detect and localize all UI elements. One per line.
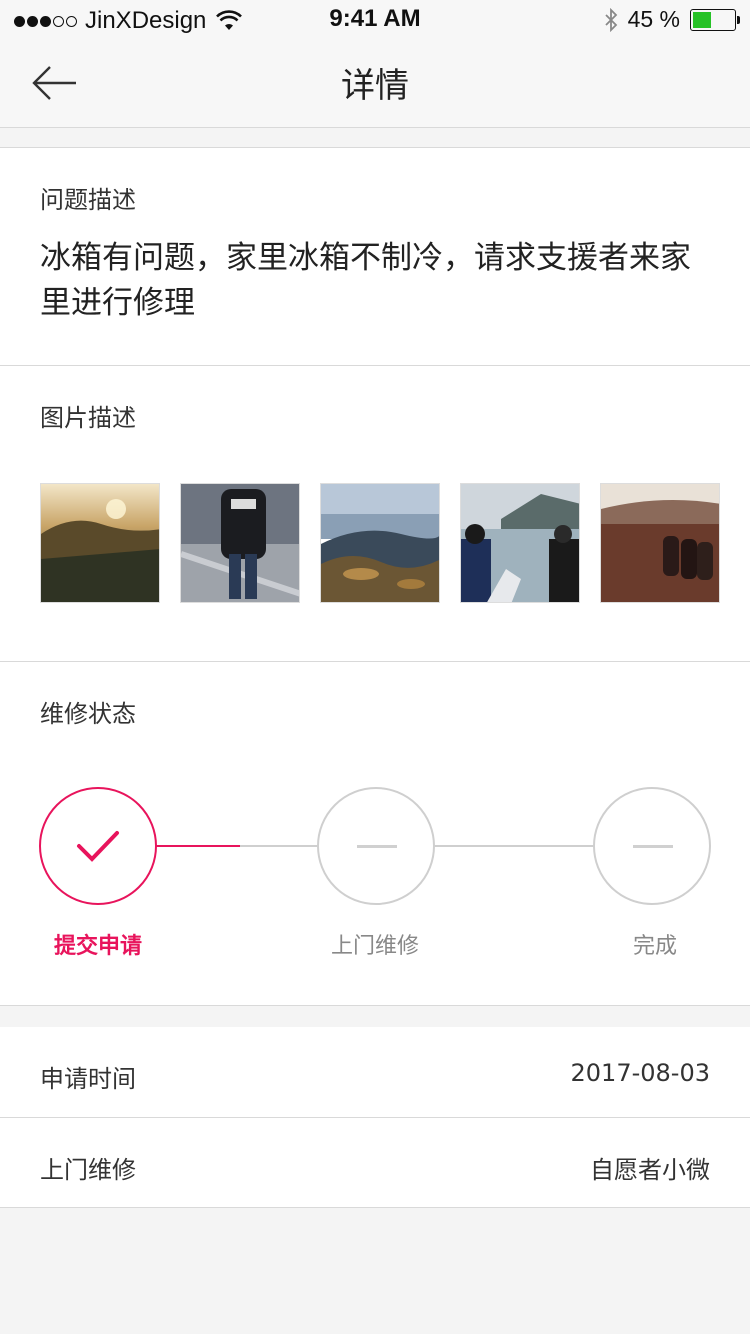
checkmark-icon: [77, 831, 119, 862]
row-value: 自愿者小微: [590, 1156, 710, 1184]
navigation-bar: 详情: [0, 40, 750, 128]
photo-thumbnail[interactable]: [320, 483, 440, 603]
page-title: 详情: [341, 66, 409, 106]
photo-thumbnail[interactable]: [180, 483, 300, 603]
images-label: 图片描述: [40, 404, 136, 432]
repair-status-label: 维修状态: [40, 700, 136, 728]
battery-fill: [693, 11, 711, 28]
problem-label: 问题描述: [40, 186, 136, 214]
divider: [0, 1005, 750, 1006]
divider: [0, 147, 750, 148]
step-done-label: 完成: [632, 934, 677, 959]
progress-line: [156, 845, 240, 847]
row-key: 申请时间: [40, 1065, 136, 1093]
problem-section: 问题描述 冰箱有问题，家里冰箱不制冷，请求支援者来家里进行修理: [0, 148, 750, 365]
battery-percent: 45 %: [627, 6, 680, 32]
info-row-apply-time: 申请时间 2017-08-03: [0, 1027, 750, 1117]
battery-icon: [690, 8, 740, 31]
info-row-repairer: 上门维修 自愿者小微: [0, 1118, 750, 1208]
bluetooth-icon: [604, 7, 617, 32]
step-visit-label: 上门维修: [330, 934, 419, 959]
dash-icon: [633, 845, 673, 848]
photo-thumbnail[interactable]: [460, 483, 580, 603]
row-key: 上门维修: [40, 1156, 136, 1184]
progress-line: [240, 845, 318, 847]
row-value: 2017-08-03: [570, 1059, 710, 1087]
progress-line: [434, 845, 594, 847]
photo-thumbnail[interactable]: [40, 483, 160, 603]
step-done-circle: [593, 787, 711, 905]
divider: [0, 1207, 750, 1208]
repair-status-section: 维修状态 提交申请 上门维修 完成: [0, 662, 750, 1005]
step-submit-label: 提交申请: [53, 934, 142, 959]
problem-text: 冰箱有问题，家里冰箱不制冷，请求支援者来家里进行修理: [40, 240, 691, 321]
step-submit-circle: [39, 787, 157, 905]
images-section: 图片描述: [0, 366, 750, 661]
step-visit-circle: [317, 787, 435, 905]
photo-thumbnail[interactable]: [600, 483, 720, 603]
status-bar: JinXDesign 9:41 AM 45 %: [0, 0, 750, 40]
dash-icon: [357, 845, 397, 848]
